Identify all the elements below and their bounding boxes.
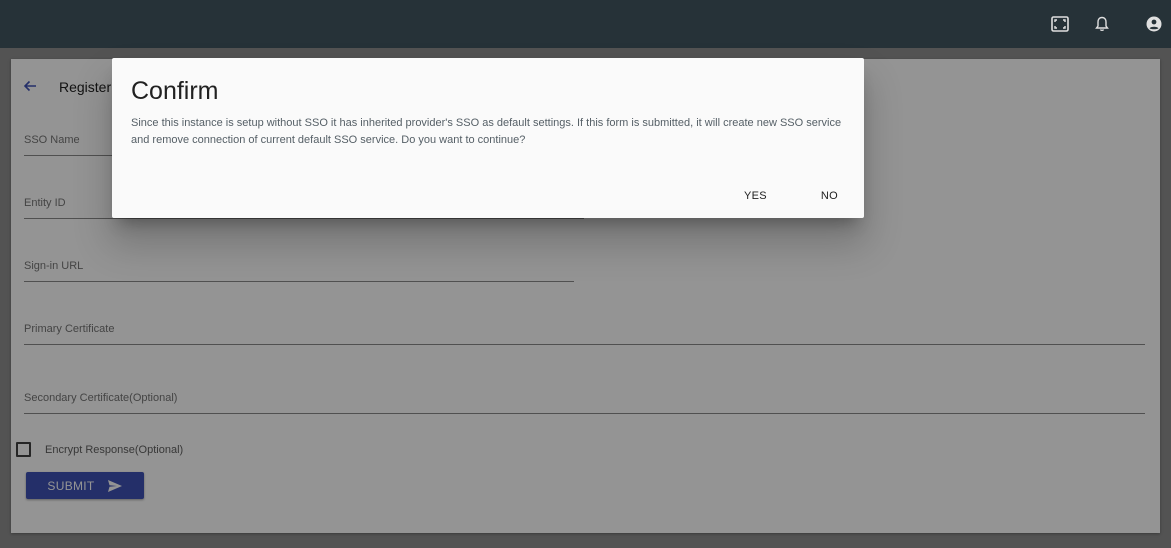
- dialog-title: Confirm: [131, 77, 219, 105]
- yes-button[interactable]: YES: [734, 187, 777, 205]
- dialog-message: Since this instance is setup without SSO…: [131, 117, 842, 146]
- dialog-actions: YES NO: [700, 187, 848, 205]
- bell-icon[interactable]: [1091, 13, 1113, 35]
- fullscreen-icon[interactable]: [1049, 13, 1071, 35]
- account-icon[interactable]: [1143, 13, 1165, 35]
- no-button[interactable]: NO: [811, 187, 848, 205]
- top-app-bar: [0, 0, 1171, 48]
- confirm-dialog: Confirm Since this instance is setup wit…: [112, 58, 864, 218]
